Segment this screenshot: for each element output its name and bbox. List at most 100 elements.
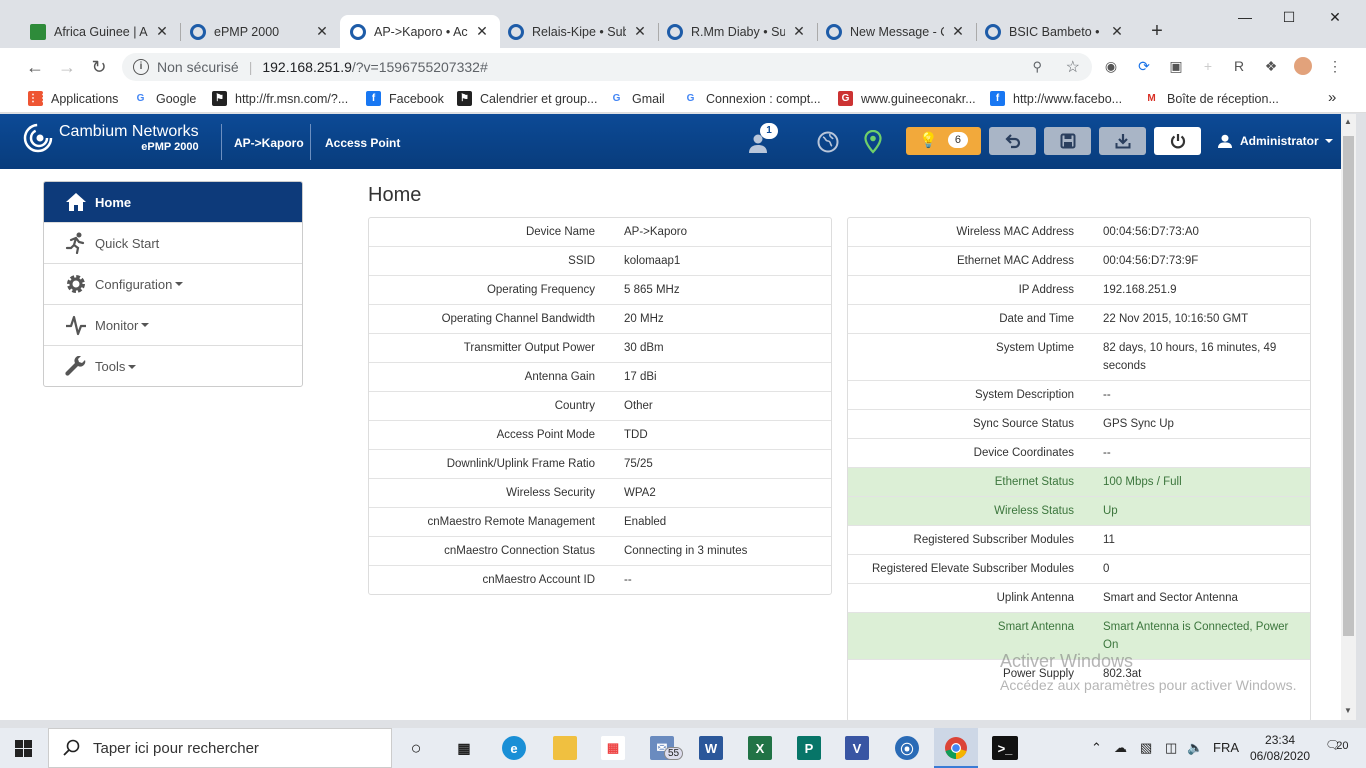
new-tab-button[interactable]: +	[1145, 19, 1169, 43]
info-row: Device Coordinates --	[848, 439, 1310, 468]
close-window-button[interactable]: ✕	[1312, 2, 1358, 32]
scroll-up-arrow-icon[interactable]: ▲	[1344, 117, 1352, 126]
bookmark-label: Connexion : compt...	[706, 91, 821, 106]
bookmark-item[interactable]: G Gmail	[609, 91, 665, 106]
download-button[interactable]	[1099, 127, 1146, 155]
sidebar-nav: Home Quick Start Configuration Monitor T…	[43, 181, 303, 387]
key-icon[interactable]: ⚲	[1032, 59, 1042, 75]
bookmarks-more[interactable]: »	[1328, 89, 1336, 106]
address-bar[interactable]: i Non sécurisé | 192.168.251.9/?v=159675…	[122, 53, 1092, 81]
bookmark-label: Applications	[51, 91, 119, 106]
scroll-down-arrow-icon[interactable]: ▼	[1344, 706, 1352, 715]
undo-button[interactable]	[989, 127, 1036, 155]
file-explorer-icon[interactable]	[553, 736, 577, 760]
tab-close-icon[interactable]: ✕	[154, 23, 170, 40]
clock[interactable]: 23:34 06/08/2020	[1250, 732, 1310, 764]
bookmark-item[interactable]: ⚑ http://fr.msn.com/?...	[212, 91, 348, 106]
plus-extension-icon[interactable]: +	[1199, 57, 1217, 75]
excel-icon[interactable]: X	[748, 736, 772, 760]
tab-1[interactable]: Africa Guinee | Ac ✕	[20, 15, 180, 48]
reboot-button[interactable]	[1154, 127, 1201, 155]
save-button[interactable]	[1044, 127, 1091, 155]
bookmark-item[interactable]: G Connexion : compt...	[683, 91, 821, 106]
sidebar-item-tools[interactable]: Tools	[44, 346, 302, 387]
bookmark-item[interactable]: G Google	[133, 91, 196, 106]
clock-time: 23:34	[1265, 733, 1296, 747]
storage-icon[interactable]: ▧	[1140, 740, 1152, 756]
edge-icon[interactable]: e	[502, 736, 526, 760]
tab-close-icon[interactable]: ✕	[632, 23, 648, 40]
sidebar-item-configuration[interactable]: Configuration	[44, 264, 302, 305]
tab-7[interactable]: BSIC Bambeto • ✕	[975, 15, 1135, 48]
bookmark-star-icon[interactable]: ☆	[1066, 57, 1080, 77]
tab-close-icon[interactable]: ✕	[1109, 23, 1125, 40]
alerts-button[interactable]: 💡 6	[906, 127, 981, 155]
running-icon	[64, 231, 88, 255]
tab-5[interactable]: R.Mm Diaby • Sub ✕	[657, 15, 817, 48]
maximize-button[interactable]: ☐	[1266, 2, 1312, 32]
info-icon[interactable]: i	[133, 59, 149, 75]
extension-icon[interactable]: ◉	[1102, 57, 1120, 75]
sync-extension-icon[interactable]: ⟳	[1135, 57, 1153, 75]
tab-close-icon[interactable]: ✕	[950, 23, 966, 40]
menu-dots-icon[interactable]: ⋮	[1326, 57, 1344, 75]
forward-arrow-icon[interactable]: →	[54, 54, 80, 80]
info-row: Transmitter Output Power 30 dBm	[369, 334, 831, 363]
tab-3[interactable]: AP->Kaporo • Acc ✕	[340, 15, 500, 48]
minimize-button[interactable]: —	[1222, 2, 1268, 32]
bookmark-item[interactable]: Gwww.guineeconakr...	[838, 91, 976, 106]
word-icon[interactable]: W	[699, 736, 723, 760]
info-label: Registered Elevate Subscriber Modules	[872, 563, 1074, 575]
volume-icon[interactable]: 🔈	[1187, 740, 1203, 756]
bookmark-item[interactable]: f http://www.facebo...	[990, 91, 1122, 106]
page-scrollbar[interactable]: ▲ ▼	[1341, 114, 1356, 720]
publisher-icon[interactable]: P	[797, 736, 821, 760]
windows-start-icon[interactable]	[15, 740, 32, 760]
language-indicator[interactable]: FRA	[1213, 740, 1239, 755]
sidebar-item-monitor[interactable]: Monitor	[44, 305, 302, 346]
r-extension-icon[interactable]: R	[1230, 57, 1248, 75]
scrollbar-thumb[interactable]	[1343, 136, 1354, 636]
bookmark-item[interactable]: ⚑ Calendrier et group...	[457, 91, 597, 106]
tab-close-icon[interactable]: ✕	[314, 23, 330, 40]
search-placeholder: Taper ici pour rechercher	[93, 739, 259, 757]
info-value: 17 dBi	[624, 371, 657, 383]
tab-4[interactable]: Relais-Kipe • Subs ✕	[498, 15, 658, 48]
sidebar-item-quick-start[interactable]: Quick Start	[44, 223, 302, 264]
visio-icon[interactable]: V	[845, 736, 869, 760]
bookmark-item[interactable]: ⋮⋮ Applications	[28, 91, 118, 106]
chrome-taskbar-active[interactable]	[934, 728, 978, 768]
terminal-icon[interactable]: >_	[992, 736, 1018, 760]
box-extension-icon[interactable]: ▣	[1167, 57, 1185, 75]
globe-icon[interactable]	[817, 131, 839, 156]
cloud-icon[interactable]: ☁	[1114, 740, 1127, 756]
puzzle-icon[interactable]: ❖	[1262, 57, 1280, 75]
cambium-app-icon[interactable]: ⦿	[895, 736, 919, 760]
tray-chevron-icon[interactable]: ⌃	[1091, 740, 1102, 756]
reload-icon[interactable]: ↻	[86, 54, 112, 80]
back-arrow-icon[interactable]: ←	[22, 54, 48, 80]
tab-2[interactable]: ePMP 2000 ✕	[180, 15, 340, 48]
notification-center-button[interactable]: 🗨20	[1325, 738, 1348, 752]
cortana-circle-icon[interactable]: ○	[404, 736, 428, 760]
cambium-logo[interactable]: Cambium Networks ePMP 2000	[22, 122, 199, 154]
info-row: Operating Channel Bandwidth 20 MHz	[369, 305, 831, 334]
profile-avatar[interactable]	[1294, 57, 1312, 75]
activation-watermark-title: Activer Windows	[1000, 651, 1134, 671]
user-menu[interactable]: Administrator	[1218, 134, 1333, 148]
store-icon[interactable]: ▦	[601, 736, 625, 760]
bookmark-item[interactable]: f Facebook	[366, 91, 444, 106]
tab-close-icon[interactable]: ✕	[474, 23, 490, 40]
wrench-icon	[64, 355, 88, 379]
users-button[interactable]: 1	[748, 123, 778, 155]
network-icon[interactable]: ◫	[1165, 740, 1177, 756]
location-pin-icon[interactable]	[864, 129, 882, 157]
tab-close-icon[interactable]: ✕	[791, 23, 807, 40]
task-view-icon[interactable]: ▦	[452, 736, 476, 760]
tab-6[interactable]: New Message - C ✕	[816, 15, 976, 48]
taskbar-search-box[interactable]: Taper ici pour rechercher	[48, 728, 392, 768]
info-row: Wireless Status Up	[848, 497, 1310, 526]
sidebar-item-home[interactable]: Home	[44, 182, 302, 223]
info-label: cnMaestro Connection Status	[444, 545, 595, 557]
bookmark-item[interactable]: M Boîte de réception...	[1144, 91, 1279, 106]
